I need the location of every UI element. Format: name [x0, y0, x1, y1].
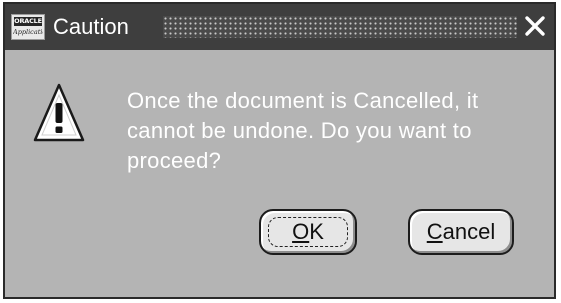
ok-button-label: OK: [261, 211, 355, 253]
warning-triangle-icon: [33, 82, 85, 144]
ok-button[interactable]: OK: [259, 209, 357, 255]
close-icon: [525, 16, 545, 36]
close-button[interactable]: [522, 13, 548, 39]
title-bar-grip[interactable]: [163, 16, 517, 38]
ok-label-rest: K: [309, 219, 324, 244]
window-title: Caution: [53, 14, 129, 39]
oracle-applications-logo-icon: ORACLE Applications: [11, 14, 45, 40]
cancel-mnemonic: C: [426, 219, 443, 244]
title-bar[interactable]: ORACLE Applications Caution: [5, 4, 554, 50]
cancel-button-label: Cancel: [410, 211, 512, 253]
logo-subtitle: Applications: [13, 28, 43, 36]
caution-dialog: ORACLE Applications Caution Once the doc…: [3, 2, 556, 299]
ok-mnemonic: O: [292, 219, 310, 244]
cancel-label-rest: ancel: [442, 219, 496, 244]
logo-wordmark: ORACLE: [14, 17, 42, 26]
cancel-button[interactable]: Cancel: [408, 209, 514, 255]
dialog-message: Once the document is Cancelled, it canno…: [127, 88, 479, 173]
